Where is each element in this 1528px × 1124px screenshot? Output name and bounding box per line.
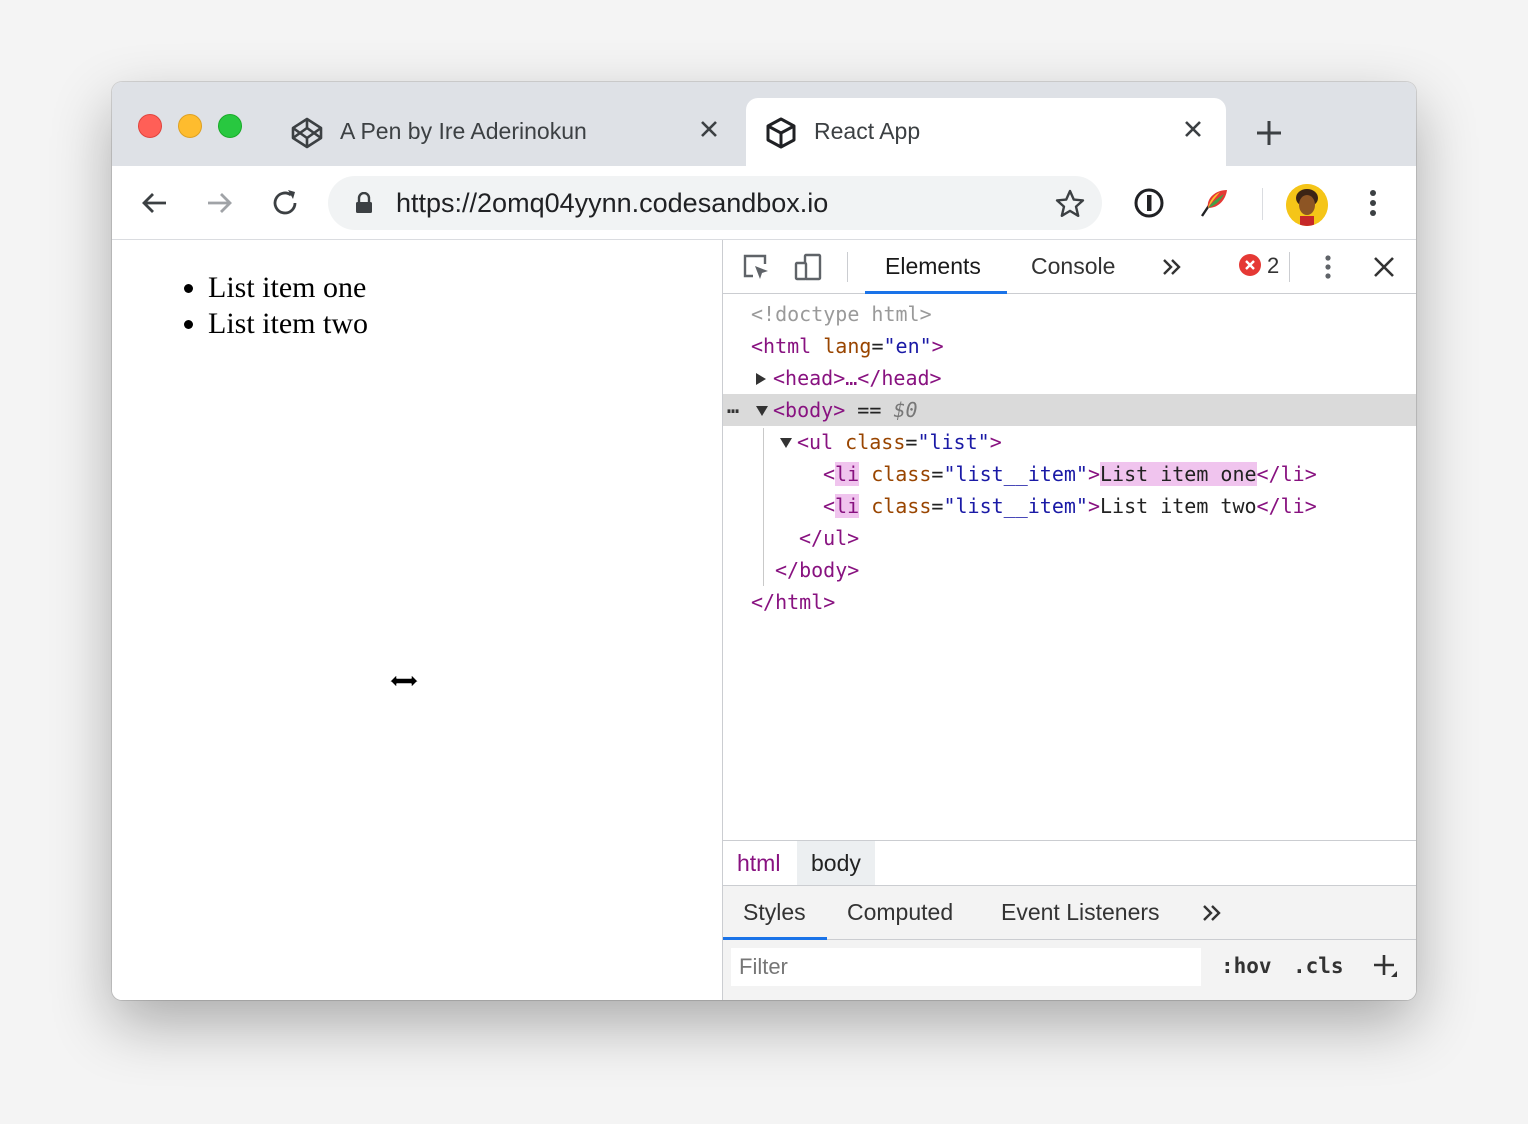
browser-toolbar: https://2omq04yynn.codesandbox.io (112, 166, 1416, 240)
devtools-panel: Elements Console 2 <!doctype html> <html… (722, 240, 1416, 1000)
filter-box (731, 948, 1201, 986)
dom-node-ul[interactable]: <ul class="list"> (723, 426, 1416, 458)
toolbar-divider (1262, 188, 1263, 220)
browser-menu-icon[interactable] (1356, 186, 1390, 220)
bookmark-star-icon[interactable] (1054, 188, 1086, 220)
attr-value: "list" (917, 430, 990, 454)
device-toolbar-icon[interactable] (793, 252, 823, 282)
close-window-button[interactable] (138, 114, 162, 138)
dom-node-ul-close[interactable]: </ul> (723, 522, 1416, 554)
new-tab-icon[interactable] (1254, 118, 1284, 148)
hov-toggle[interactable]: :hov (1221, 954, 1272, 978)
tab-styles[interactable]: Styles (743, 899, 806, 926)
codepen-icon (291, 117, 323, 149)
attr-name: class (871, 494, 932, 518)
reload-icon[interactable] (268, 186, 302, 220)
profile-avatar[interactable] (1286, 184, 1328, 226)
collapse-triangle-icon[interactable] (755, 405, 769, 417)
toolbar-divider (847, 252, 848, 282)
browser-window: A Pen by Ire Aderinokun React App https:… (112, 82, 1416, 1000)
tag-name: <html (751, 334, 812, 358)
dom-tree: <!doctype html> <html lang="en"> <head>…… (723, 294, 1416, 840)
attr-value: "list__item" (943, 494, 1088, 518)
password-manager-icon[interactable] (1132, 186, 1166, 220)
toolbar-divider (1289, 252, 1290, 282)
tag-name: li (835, 462, 860, 486)
styles-subtabs: Styles Computed Event Listeners (723, 886, 1416, 940)
breadcrumb-body[interactable]: body (797, 841, 875, 885)
attr-value: "list__item" (943, 462, 1088, 486)
list-item: List item one (208, 270, 368, 306)
more-subtabs-chevron-icon[interactable] (1199, 900, 1225, 926)
devtools-toolbar: Elements Console 2 (723, 240, 1416, 294)
inspect-element-icon[interactable] (741, 252, 771, 282)
tab-console[interactable]: Console (1031, 253, 1115, 280)
styles-filter-bar: :hov .cls (723, 940, 1416, 1000)
expand-triangle-icon[interactable] (755, 372, 767, 386)
colorful-feather-extension-icon[interactable] (1198, 186, 1232, 220)
collapse-triangle-icon[interactable] (779, 437, 793, 449)
dom-node-html-close[interactable]: </html> (723, 586, 1416, 618)
codesandbox-icon (766, 117, 796, 149)
dom-node-doctype[interactable]: <!doctype html> (723, 298, 1416, 330)
page-viewport: List item one List item two (112, 240, 722, 1000)
devtools-menu-icon[interactable] (1313, 252, 1343, 282)
forward-arrow-icon[interactable] (202, 186, 236, 220)
tab-codepen[interactable]: A Pen by Ire Aderinokun (272, 98, 742, 166)
head-node-text: <head>…</head> (773, 366, 942, 390)
back-arrow-icon[interactable] (138, 186, 172, 220)
tab-react-app[interactable]: React App (746, 98, 1226, 166)
styles-filter-input[interactable] (731, 948, 1201, 986)
item-list: List item one List item two (208, 270, 368, 342)
new-style-rule-icon[interactable] (1371, 952, 1397, 978)
maximize-window-button[interactable] (218, 114, 242, 138)
tab-title: React App (814, 118, 921, 144)
node-text: List item two (1100, 494, 1257, 518)
tag-close: </li> (1256, 494, 1317, 518)
minimize-window-button[interactable] (178, 114, 202, 138)
close-tab-icon[interactable] (698, 118, 720, 140)
tab-event-listeners[interactable]: Event Listeners (1001, 899, 1160, 926)
attr-name: class (871, 462, 932, 486)
lock-icon (356, 192, 372, 213)
node-text: List item one (1100, 462, 1257, 486)
dom-node-body-close[interactable]: </body> (723, 554, 1416, 586)
attr-name: class (845, 430, 906, 454)
breadcrumb-html[interactable]: html (723, 841, 794, 885)
dom-node-head[interactable]: <head>…</head> (723, 362, 1416, 394)
url-text: https://2omq04yynn.codesandbox.io (396, 188, 829, 218)
tag-close: </body> (775, 558, 860, 582)
ref-equals: == (857, 398, 882, 422)
address-bar[interactable]: https://2omq04yynn.codesandbox.io (328, 176, 1102, 230)
tag-close: </ul> (799, 526, 860, 550)
dom-node-body[interactable]: … <body> == $0 (723, 394, 1416, 426)
resize-cursor-icon (389, 673, 419, 689)
attr-name: lang (823, 334, 872, 358)
tag-name: li (835, 494, 860, 518)
dom-node-li[interactable]: <li class="list__item">List item two</li… (723, 490, 1416, 522)
ref-variable: $0 (893, 398, 918, 422)
close-tab-icon[interactable] (1182, 118, 1204, 140)
doctype-text: <!doctype html> (751, 302, 932, 326)
cls-toggle[interactable]: .cls (1293, 954, 1344, 978)
attr-value: "en" (883, 334, 932, 358)
title-bar: A Pen by Ire Aderinokun React App (112, 82, 1416, 166)
tag-name: <ul (797, 430, 834, 454)
list-item: List item two (208, 306, 368, 342)
avatar-face-icon (1286, 184, 1328, 226)
tab-computed[interactable]: Computed (847, 899, 953, 926)
breadcrumb: html body (723, 840, 1416, 886)
tag-name: <body> (773, 398, 846, 422)
tab-elements[interactable]: Elements (885, 253, 981, 280)
tab-title: A Pen by Ire Aderinokun (340, 118, 587, 144)
tag-close: </html> (751, 590, 836, 614)
close-devtools-icon[interactable] (1369, 252, 1399, 282)
error-count[interactable]: 2 (1267, 253, 1279, 279)
more-tabs-chevron-icon[interactable] (1157, 252, 1187, 282)
dom-node-li[interactable]: <li class="list__item">List item one</li… (723, 458, 1416, 490)
error-icon[interactable] (1239, 254, 1261, 276)
tag-close: </li> (1256, 462, 1317, 486)
ellipsis-icon[interactable]: … (727, 390, 739, 422)
dom-node-html[interactable]: <html lang="en"> (723, 330, 1416, 362)
